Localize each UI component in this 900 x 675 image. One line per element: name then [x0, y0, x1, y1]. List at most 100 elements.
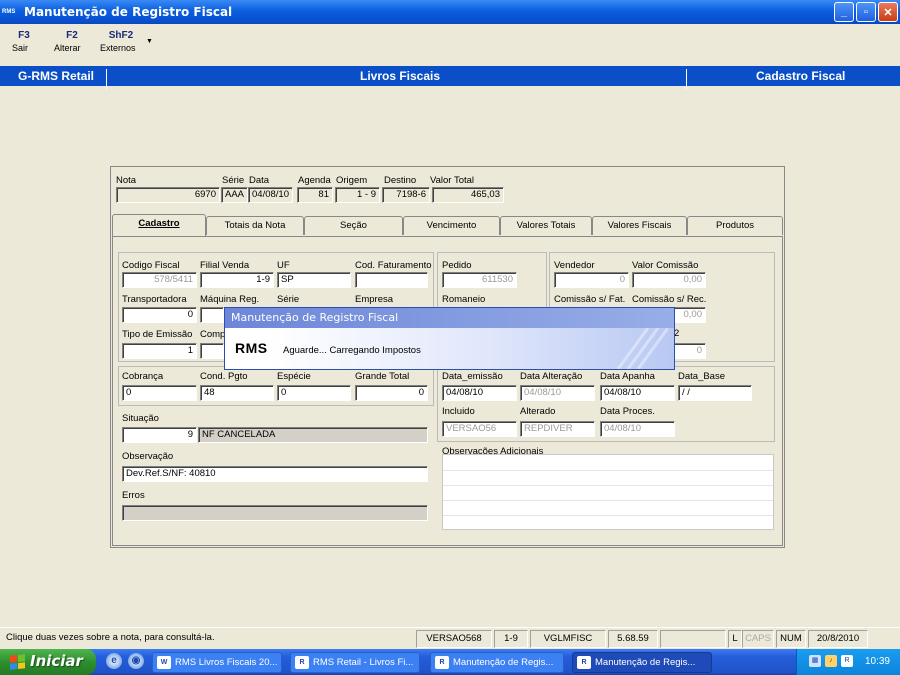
- externos-button[interactable]: ShF2 Externos: [100, 30, 142, 53]
- serie-label: Série: [222, 175, 245, 186]
- valor-comissao-field[interactable]: 0,00: [632, 272, 706, 288]
- start-button[interactable]: Iniciar: [0, 649, 96, 675]
- uf-field[interactable]: SP: [277, 272, 351, 288]
- task-word-icon: W: [157, 656, 171, 669]
- minimize-icon[interactable]: _: [834, 2, 854, 22]
- task-label-1: RMS Retail - Livros Fi...: [313, 657, 414, 668]
- cod-faturamento-field[interactable]: [355, 272, 428, 288]
- tab-produtos[interactable]: Produtos: [687, 216, 783, 235]
- nota-label: Nota: [116, 175, 137, 186]
- status-empty: [660, 630, 726, 648]
- pedido-label: Pedido: [442, 260, 472, 271]
- tab-totais-label: Totais da Nota: [224, 220, 286, 231]
- cond-pgto-label: Cond. Pgto: [200, 371, 248, 382]
- filial-venda-field[interactable]: 1-9: [200, 272, 274, 288]
- header-center: Livros Fiscais: [360, 69, 441, 83]
- maquina-reg-field[interactable]: [200, 307, 224, 323]
- erros-label: Erros: [122, 490, 145, 501]
- loading-dialog: Manutenção de Registro Fiscal RMS Aguard…: [224, 307, 675, 370]
- tab-secao[interactable]: Seção: [304, 216, 403, 235]
- task-label-0: RMS Livros Fiscais 20...: [175, 657, 278, 668]
- close-icon[interactable]: ✕: [878, 2, 898, 22]
- volume-icon[interactable]: ♪: [825, 655, 837, 667]
- especie-field[interactable]: 0: [277, 385, 351, 401]
- data-proces-field: 04/08/10: [600, 421, 675, 437]
- alterado-field: REPDIVER: [520, 421, 595, 437]
- status-caps: CAPS: [742, 630, 774, 648]
- vendedor-field[interactable]: 0: [554, 272, 629, 288]
- tab-cadastro-label: Cadastro: [138, 218, 180, 229]
- situacao-label: Situação: [122, 413, 159, 424]
- loading-dialog-title: Manutenção de Registro Fiscal: [225, 308, 674, 328]
- alterar-label: Alterar: [54, 43, 81, 53]
- codigo-fiscal-label: Codigo Fiscal: [122, 260, 180, 271]
- task-label-3: Manutenção de Regis...: [595, 657, 696, 668]
- clock[interactable]: 10:39: [865, 656, 890, 667]
- obs-adicionais-memo[interactable]: [442, 454, 774, 530]
- sair-key: F3: [18, 30, 30, 41]
- codigo-fiscal-field[interactable]: 578/5411: [122, 272, 197, 288]
- status-filial: 1-9: [494, 630, 528, 648]
- observacao-field[interactable]: Dev.Ref.S/NF: 40810: [122, 466, 428, 482]
- incluido-field: VERSAO56: [442, 421, 517, 437]
- pedido-field[interactable]: 611530: [442, 272, 517, 288]
- tab-vencimento-label: Vencimento: [426, 220, 477, 231]
- romaneio-label: Romaneio: [442, 294, 486, 305]
- grande-total-label: Grande Total: [355, 371, 410, 382]
- valor-total-field[interactable]: 465,03: [432, 187, 504, 203]
- task-rms-icon: R: [435, 656, 449, 669]
- status-user: VGLMFISC: [530, 630, 606, 648]
- tab-totais-da-nota[interactable]: Totais da Nota: [206, 216, 304, 235]
- comp-field[interactable]: [200, 343, 224, 359]
- data-apanha-field[interactable]: 04/08/10: [600, 385, 675, 401]
- data-alteracao-field[interactable]: 04/08/10: [520, 385, 595, 401]
- tab-valores-fiscais[interactable]: Valores Fiscais: [592, 216, 687, 235]
- tab-valores-totais[interactable]: Valores Totais: [500, 216, 592, 235]
- cobranca-field[interactable]: 0: [122, 385, 197, 401]
- sair-label: Sair: [12, 43, 29, 53]
- task-manutencao-2[interactable]: R Manutenção de Regis...: [572, 652, 712, 673]
- vendedor-label: Vendedor: [554, 260, 595, 271]
- comissao-fat-label: Comissão s/ Fat.: [554, 294, 626, 305]
- observacao-label: Observação: [122, 451, 174, 462]
- start-label: Iniciar: [30, 652, 83, 670]
- task-rms-livros-fiscais[interactable]: W RMS Livros Fiscais 20...: [152, 652, 282, 673]
- maximize-icon[interactable]: ▫: [856, 2, 876, 22]
- cond-pgto-field[interactable]: 48: [200, 385, 274, 401]
- cobranca-label: Cobrança: [122, 371, 164, 382]
- rms-tray-icon[interactable]: R: [841, 655, 853, 667]
- data-base-field[interactable]: / /: [678, 385, 752, 401]
- media-player-icon[interactable]: ◉: [128, 653, 144, 669]
- serie-field[interactable]: AAA: [221, 187, 248, 203]
- comp-label: Comp: [200, 329, 226, 340]
- grande-total-field[interactable]: 0: [355, 385, 428, 401]
- tab-cadastro[interactable]: Cadastro: [112, 214, 206, 236]
- externos-dropdown-icon[interactable]: ▼: [146, 38, 153, 45]
- nota-field[interactable]: 6970: [116, 187, 220, 203]
- data-apanha-label: Data Apanha: [600, 371, 655, 382]
- internet-explorer-icon[interactable]: e: [106, 653, 122, 669]
- window-titlebar[interactable]: RMS Manutenção de Registro Fiscal _ ▫ ✕: [0, 0, 900, 24]
- data-base-label: Data_Base: [678, 371, 726, 382]
- alterar-key: F2: [66, 30, 78, 41]
- data-emissao-field[interactable]: 04/08/10: [442, 385, 517, 401]
- cod-faturamento-label: Cod. Faturamento: [355, 260, 432, 271]
- task-label-2: Manutenção de Regis...: [453, 657, 554, 668]
- sair-button[interactable]: F3 Sair: [12, 30, 36, 53]
- transportadora-field[interactable]: 0: [122, 307, 197, 323]
- tab-vencimento[interactable]: Vencimento: [403, 216, 500, 235]
- situacao-desc-field: NF CANCELADA: [198, 427, 428, 443]
- situacao-code-field[interactable]: 9: [122, 427, 197, 443]
- tipo-emissao-field[interactable]: 1: [122, 343, 197, 359]
- tab-valores-fiscais-label: Valores Fiscais: [607, 220, 672, 231]
- rms-logo-icon: RMS: [235, 340, 268, 356]
- data-field[interactable]: 04/08/10: [248, 187, 293, 203]
- network-icon[interactable]: ▦: [809, 655, 821, 667]
- task-manutencao-1[interactable]: R Manutenção de Regis...: [430, 652, 564, 673]
- alterar-button[interactable]: F2 Alterar: [54, 30, 90, 53]
- data-label: Data: [249, 175, 270, 186]
- task-rms-retail[interactable]: R RMS Retail - Livros Fi...: [290, 652, 420, 673]
- origem-field[interactable]: 1 - 9: [335, 187, 380, 203]
- agenda-field[interactable]: 81: [297, 187, 333, 203]
- destino-field[interactable]: 7198-6: [382, 187, 430, 203]
